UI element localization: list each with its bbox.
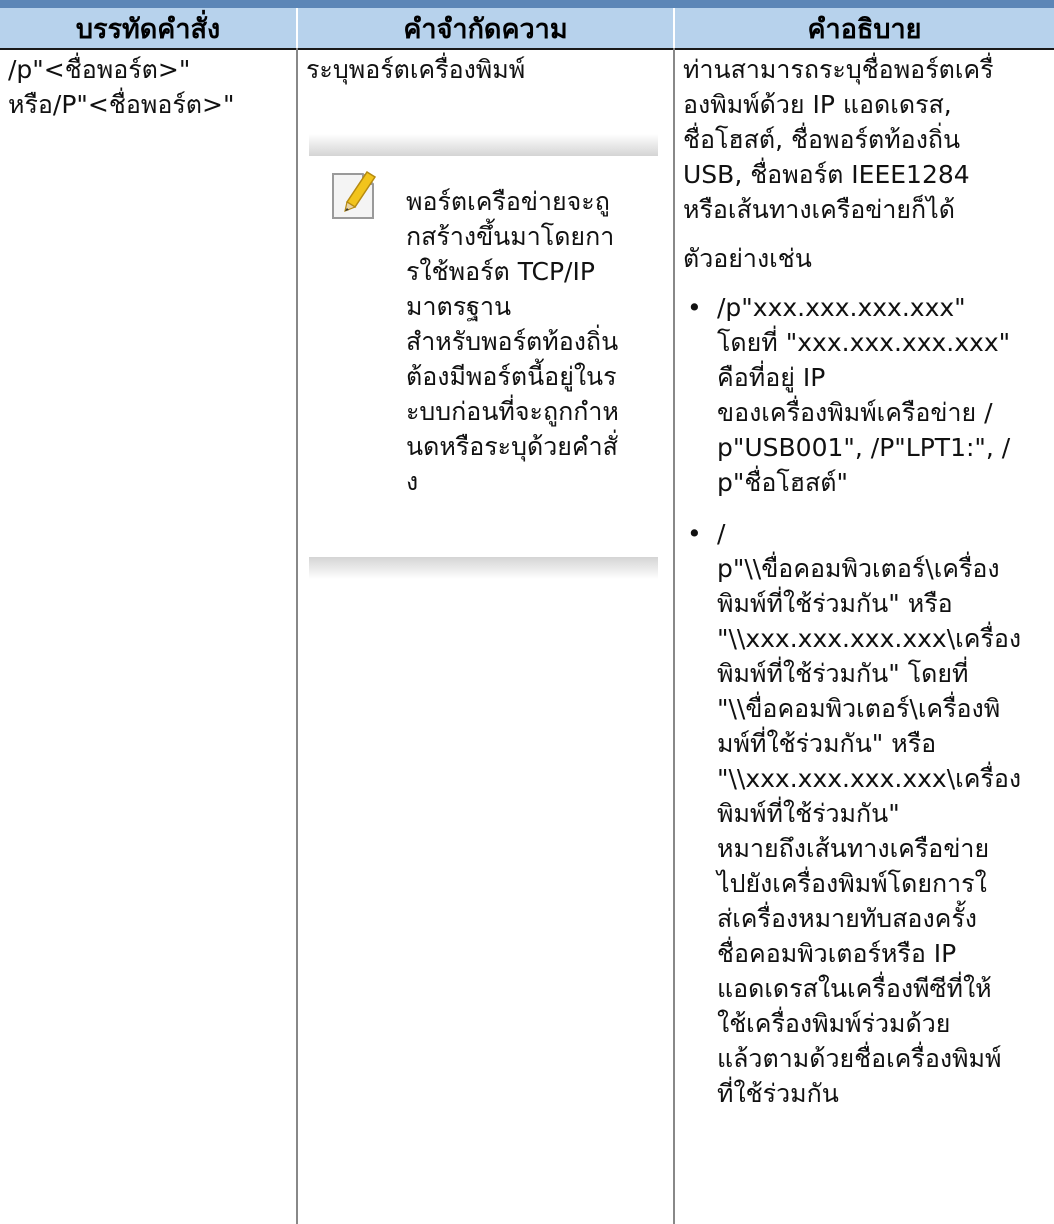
bullet-line: พิมพ์ที่ใช้ร่วมกัน" โดยที่ [717, 659, 969, 688]
note-box: พอร์ตเครือข่ายจะถู กสร้างขึ้นมาโดยกา รใช… [309, 134, 658, 579]
bullet-line: p"ชื่อโฮสต์" [717, 468, 849, 497]
note-line: มาตรฐาน [406, 292, 512, 321]
header-command-line: บรรทัดคำสั่ง [0, 8, 296, 50]
note-pencil-icon [332, 170, 377, 219]
note-line: ต้องมีพอร์ตนี้อยู่ในร [406, 362, 617, 391]
bullet-line: p"USB001", /P"LPT1:", / [717, 433, 1011, 462]
note-line: พอร์ตเครือข่ายจะถู [406, 187, 610, 216]
header-command-line-label: บรรทัดคำสั่ง [75, 13, 221, 45]
note-line: ง [406, 467, 419, 496]
list-item: • / p"\\ขื่อคอมพิวเตอร์\เครื่อง พิมพ์ที่… [683, 516, 1047, 1111]
note-line: รใช้พอร์ต TCP/IP [406, 257, 595, 286]
note-line: สำหรับพอร์ตท้องถิ่น [406, 327, 619, 356]
bullet-line: พิมพ์ที่ใช้ร่วมกัน" [717, 799, 900, 828]
bullet-marker: • [687, 293, 702, 322]
bullet-line: แล้วตามด้วยชื่อเครื่องพิมพ์ [717, 1044, 1002, 1073]
header-divider [296, 8, 298, 48]
bullet-line: "\\xxx.xxx.xxx.xxx\เครื่อง [717, 764, 1022, 793]
header-description: คำอธิบาย [675, 8, 1054, 50]
bullet-line: มพ์ที่ใช้ร่วมกัน" หรือ [717, 729, 937, 758]
column-divider [296, 48, 298, 1224]
bullet-line: / [717, 519, 726, 548]
definition-text: ระบุพอร์ตเครื่องพิมพ์ [306, 55, 526, 84]
description-paragraph: ท่านสามารถระบุชื่อพอร์ตเครื่ องพิมพ์ด้วย… [683, 52, 1047, 227]
bullet-line: แอดเดรสในเครื่องพีซีที่ให้ [717, 974, 992, 1003]
bullet-line: ใช้เครื่องพิมพ์ร่วมด้วย [717, 1009, 951, 1038]
column-divider [673, 48, 675, 1224]
command-line-text: /p"<ชื่อพอร์ต>" [8, 55, 191, 84]
description-line: USB, ชื่อพอร์ต IEEE1284 [683, 160, 970, 189]
note-text: พอร์ตเครือข่ายจะถู กสร้างขึ้นมาโดยกา รใช… [406, 184, 664, 499]
bullet-line: คือที่อยู่ IP [717, 363, 826, 392]
bullet-text: / p"\\ขื่อคอมพิวเตอร์\เครื่อง พิมพ์ที่ใช… [717, 516, 1047, 1111]
list-item: • /p"xxx.xxx.xxx.xxx" โดยที่ "xxx.xxx.xx… [683, 290, 1047, 500]
description-line: องพิมพ์ด้วย IP แอดเดรส, [683, 90, 952, 119]
bullet-line: ของเครื่องพิมพ์เครือข่าย / [717, 398, 993, 427]
command-line-cell: /p"<ชื่อพอร์ต>" หรือ/P"<ชื่อพอร์ต>" [8, 52, 278, 122]
note-line: นดหรือระบุด้วยคำสั่ [406, 432, 618, 461]
bullet-line: ไปยังเครื่องพิมพ์โดยการใ [717, 869, 987, 898]
bullet-marker: • [687, 519, 702, 548]
bullet-line: "\\ขื่อคอมพิวเตอร์\เครื่องพิ [717, 694, 1001, 723]
example-label: ตัวอย่างเช่น [683, 244, 812, 273]
note-top-bar [309, 134, 658, 156]
description-cell: ท่านสามารถระบุชื่อพอร์ตเครื่ องพิมพ์ด้วย… [683, 52, 1047, 1111]
header-definition: คำจำกัดความ [298, 8, 673, 50]
description-line: หรือเส้นทางเครือข่ายก็ได้ [683, 195, 955, 224]
header-description-label: คำอธิบาย [807, 13, 922, 45]
command-line-text: หรือ/P"<ชื่อพอร์ต>" [8, 90, 235, 119]
description-line: ท่านสามารถระบุชื่อพอร์ตเครื่ [683, 55, 994, 84]
note-bottom-bar [309, 557, 658, 579]
bullet-line: หมายถึงเส้นทางเครือข่าย [717, 834, 990, 863]
note-line: ะบบก่อนที่จะถูกกำห [406, 397, 619, 426]
bullet-line: ที่ใช้ร่วมกัน [717, 1079, 839, 1108]
bullet-line: "\\xxx.xxx.xxx.xxx\เครื่อง [717, 624, 1022, 653]
description-line: ชื่อโฮสต์, ชื่อพอร์ตท้องถิ่น [683, 125, 961, 154]
bullet-line: ชื่อคอมพิวเตอร์หรือ IP [717, 939, 957, 968]
header-definition-label: คำจำกัดความ [403, 13, 568, 45]
bullet-text: /p"xxx.xxx.xxx.xxx" โดยที่ "xxx.xxx.xxx.… [717, 290, 1047, 500]
bullet-line: ส่เครื่องหมายทับสองครั้ง [717, 904, 978, 933]
bullet-line: พิมพ์ที่ใช้ร่วมกัน" หรือ [717, 589, 953, 618]
bullet-line: p"\\ขื่อคอมพิวเตอร์\เครื่อง [717, 554, 1000, 583]
header-divider [673, 8, 675, 48]
bullet-line: โดยที่ "xxx.xxx.xxx.xxx" [717, 328, 1011, 357]
bullet-line: /p"xxx.xxx.xxx.xxx" [717, 293, 966, 322]
definition-cell: ระบุพอร์ตเครื่องพิมพ์ [306, 52, 666, 87]
note-line: กสร้างขึ้นมาโดยกา [406, 222, 615, 251]
